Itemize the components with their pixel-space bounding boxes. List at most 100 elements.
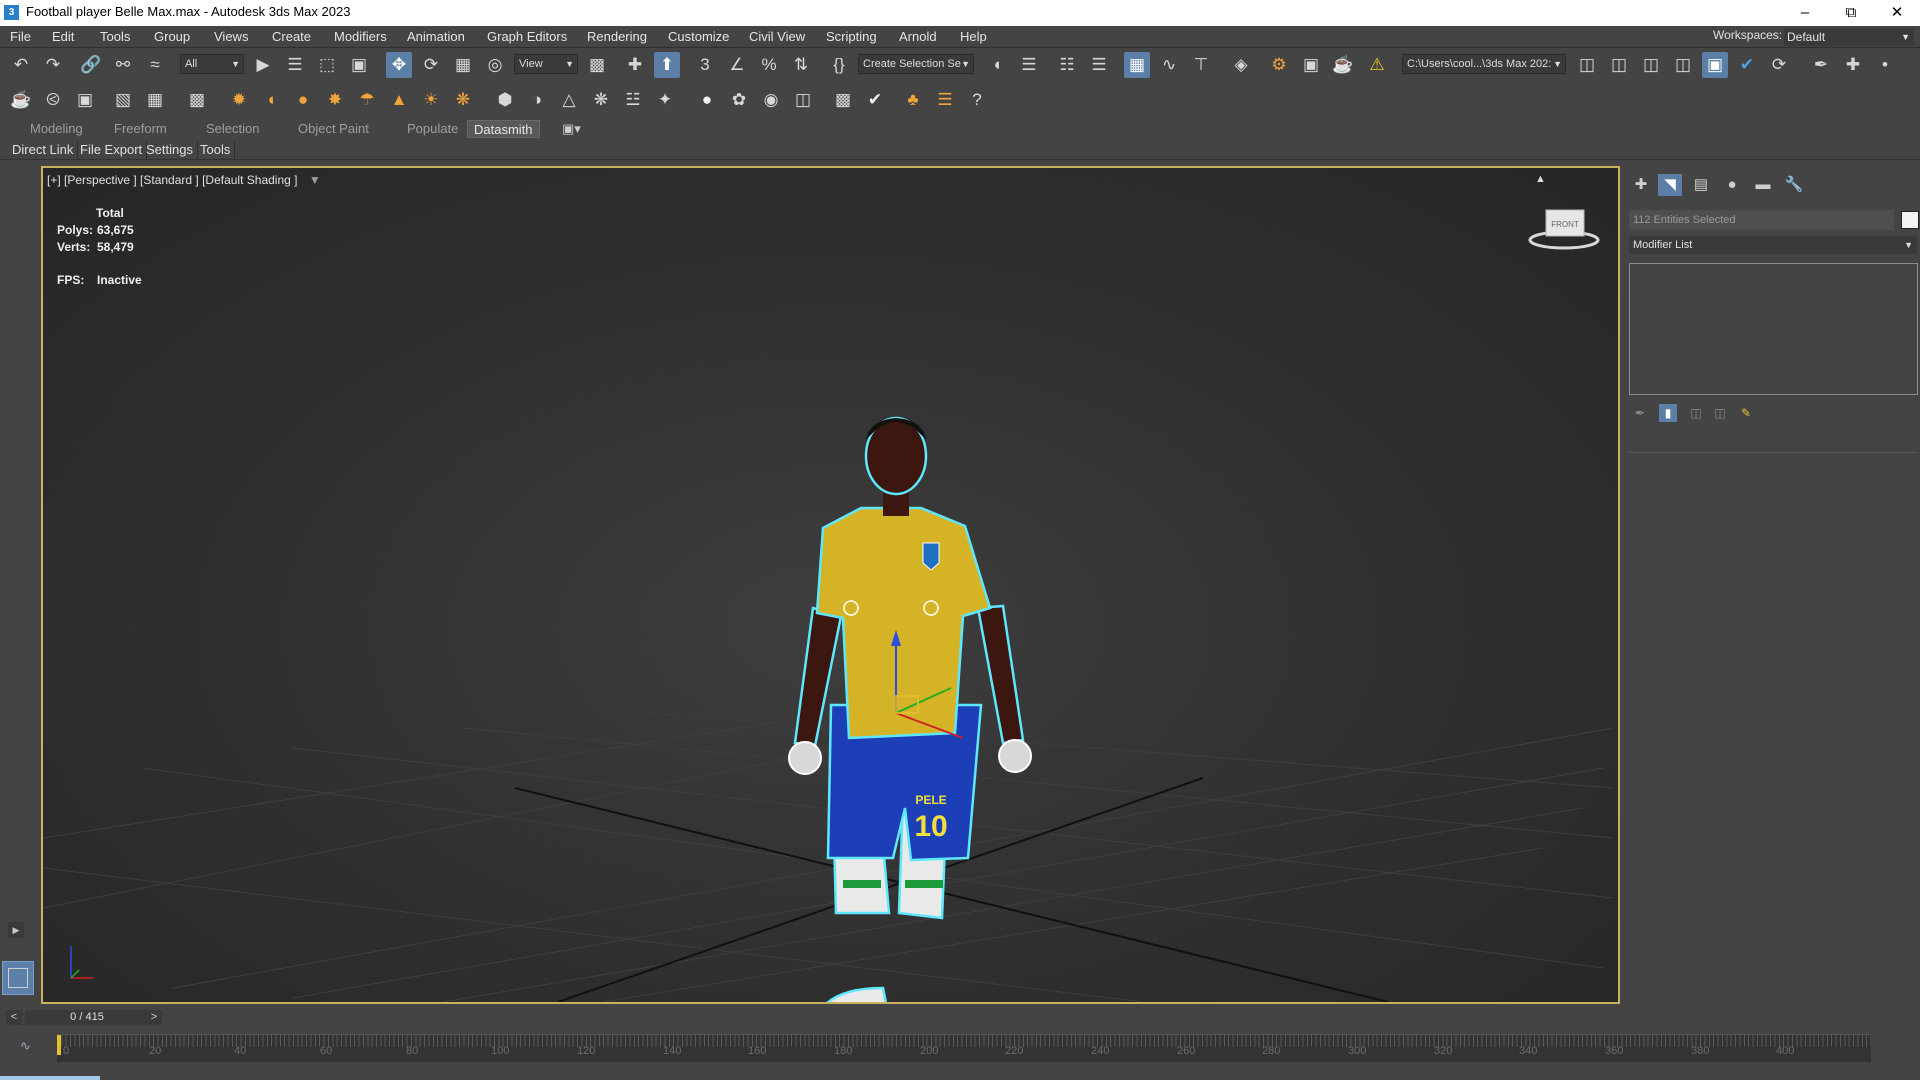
percent-snap-icon[interactable]: % [756, 52, 782, 78]
modifier-stack[interactable] [1629, 263, 1918, 395]
dot-icon[interactable]: • [1872, 52, 1898, 78]
filter-icon[interactable]: ▼ [309, 173, 321, 187]
select-manipulate-icon[interactable]: ✚ [622, 52, 648, 78]
render-view-icon[interactable]: ▣ [72, 87, 98, 113]
restore-button[interactable]: ⧉ [1828, 0, 1874, 26]
schematic-view-icon[interactable]: ⊤ [1188, 52, 1214, 78]
time-slider-handle[interactable] [57, 1035, 61, 1055]
bind-space-warp-icon[interactable]: ≈ [142, 52, 168, 78]
menu-graph-editors[interactable]: Graph Editors [487, 28, 567, 46]
hierarchy-tab-icon[interactable]: ▤ [1689, 174, 1713, 196]
arnold-logo-icon[interactable]: ✔ [862, 87, 888, 113]
select-and-place-icon[interactable]: ◎ [482, 52, 508, 78]
undo-icon[interactable]: ↶ [8, 52, 34, 78]
configure-modifier-sets-icon[interactable]: ✎ [1737, 404, 1755, 422]
warning-icon[interactable]: ⚠ [1364, 52, 1390, 78]
rendered-frame-window-icon[interactable]: ▣ [1298, 52, 1324, 78]
pen-icon[interactable]: ✒ [1808, 52, 1834, 78]
menu-create[interactable]: Create [272, 28, 311, 46]
layer-explorer-icon[interactable]: ☰ [1086, 52, 1112, 78]
edit-named-selection-icon[interactable]: {} [826, 52, 852, 78]
open-file-icon[interactable]: ◫ [1574, 52, 1600, 78]
menu-customize[interactable]: Customize [668, 28, 729, 46]
menu-modifiers[interactable]: Modifiers [334, 28, 387, 46]
menu-arnold[interactable]: Arnold [899, 28, 937, 46]
make-unique-icon[interactable]: ◫ [1687, 404, 1705, 422]
render-production-icon[interactable]: ☕ [1330, 52, 1356, 78]
tab-freeform[interactable]: Freeform [114, 120, 167, 138]
time-slider[interactable]: 0 / 415 [25, 1010, 149, 1025]
next-frame-button[interactable]: > [146, 1010, 162, 1025]
material-editor-icon[interactable]: ◈ [1228, 52, 1254, 78]
modifier-list-dropdown[interactable]: Modifier List ▼ [1629, 236, 1917, 254]
image-icon[interactable]: ▩ [830, 87, 856, 113]
photometric-light-icon[interactable]: ☂ [354, 87, 380, 113]
sun-icon[interactable]: ☀ [418, 87, 444, 113]
add-icon[interactable]: ✚ [1840, 52, 1866, 78]
previous-frame-button[interactable]: < [6, 1010, 22, 1025]
render-setup-icon[interactable]: ⚙ [1266, 52, 1292, 78]
object-color-swatch[interactable] [1901, 211, 1919, 229]
menu-edit[interactable]: Edit [52, 28, 74, 46]
volume-icon[interactable]: ⬢ [492, 87, 518, 113]
list-icon[interactable]: ☰ [932, 87, 958, 113]
film-icon[interactable]: ▩ [184, 87, 210, 113]
help-circle-icon[interactable]: ? [964, 87, 990, 113]
fx-icon[interactable]: ✦ [652, 87, 678, 113]
track-bar[interactable]: 0 20 40 60 80 100 120 140 160 180 200 220 240 260 280 3… [57, 1034, 1871, 1062]
select-and-rotate-icon[interactable]: ⟳ [418, 52, 444, 78]
auto-backup-icon[interactable]: ▣ [1702, 52, 1728, 78]
burst-light-icon[interactable]: ❋ [450, 87, 476, 113]
show-end-result-icon[interactable]: ▮ [1659, 404, 1677, 422]
select-and-move-icon[interactable]: ✥ [386, 52, 412, 78]
link-icon[interactable]: 🔗 [78, 52, 104, 78]
modify-tab-icon[interactable]: ◥ [1658, 174, 1682, 196]
select-and-scale-icon[interactable]: ▦ [450, 52, 476, 78]
expand-arrow-icon[interactable]: ▶ [8, 922, 24, 938]
mini-curve-editor-icon[interactable]: ∿ [20, 1038, 31, 1054]
check-icon[interactable]: ✔ [1734, 52, 1760, 78]
display-tab-icon[interactable]: ▬ [1751, 174, 1775, 196]
tab-datasmith[interactable]: Datasmith [467, 120, 540, 138]
direct-link-button[interactable]: Direct Link [8, 141, 79, 159]
sky-light-icon[interactable]: ● [290, 87, 316, 113]
settings-button[interactable]: Settings [142, 141, 198, 159]
pivot-center-icon[interactable]: ▩ [584, 52, 610, 78]
rectangular-selection-icon[interactable]: ⬚ [314, 52, 340, 78]
window-crossing-icon[interactable]: ▣ [346, 52, 372, 78]
select-by-name-icon[interactable]: ☰ [282, 52, 308, 78]
viewport-layout-tab[interactable] [2, 961, 34, 995]
spot-light-icon[interactable]: ✹ [226, 87, 252, 113]
tab-selection[interactable]: Selection [206, 120, 259, 138]
import-icon[interactable]: ◫ [1638, 52, 1664, 78]
texture-icon[interactable]: ◉ [758, 87, 784, 113]
named-selection-dropdown[interactable]: Create Selection Se ▼ [858, 54, 974, 74]
lock-icon[interactable]: ▲ [1535, 173, 1546, 185]
select-object-icon[interactable]: ▶ [250, 52, 276, 78]
menu-views[interactable]: Views [214, 28, 248, 46]
tab-populate[interactable]: Populate [407, 120, 458, 138]
shader-icon[interactable]: ▦ [142, 87, 168, 113]
tools-button[interactable]: Tools [196, 141, 236, 159]
menu-rendering[interactable]: Rendering [587, 28, 647, 46]
mirror-icon[interactable]: ◖ [984, 52, 1010, 78]
tree-icon[interactable]: ♣ [900, 87, 926, 113]
export-icon[interactable]: ◫ [1670, 52, 1696, 78]
viewport-label-menu[interactable]: [+] [Perspective ] [Standard ] [Default … [47, 173, 321, 187]
minimize-button[interactable]: – [1782, 0, 1828, 26]
selection-filter-dropdown[interactable]: All ▼ [180, 54, 244, 74]
teapot-icon[interactable]: ☕ [8, 87, 34, 113]
light-icon[interactable]: ▧ [110, 87, 136, 113]
arnold-render-icon[interactable]: ⧀ [40, 87, 66, 113]
unlink-icon[interactable]: ⚯ [110, 52, 136, 78]
menu-help[interactable]: Help [960, 28, 987, 46]
align-icon[interactable]: ☰ [1016, 52, 1042, 78]
redo-icon[interactable]: ↷ [40, 52, 66, 78]
create-tab-icon[interactable]: ✚ [1629, 174, 1653, 196]
save-file-icon[interactable]: ◫ [1606, 52, 1632, 78]
ribbon-options-icon[interactable]: ▣▾ [562, 120, 581, 138]
spinner-snap-icon[interactable]: ⇅ [788, 52, 814, 78]
viewcube[interactable]: FRONT [1528, 209, 1600, 250]
viewport-label[interactable]: [+] [Perspective ] [Standard ] [Default … [47, 173, 297, 187]
viewport-scene[interactable]: PELE 10 FRONT ▲ [43, 168, 1618, 1002]
